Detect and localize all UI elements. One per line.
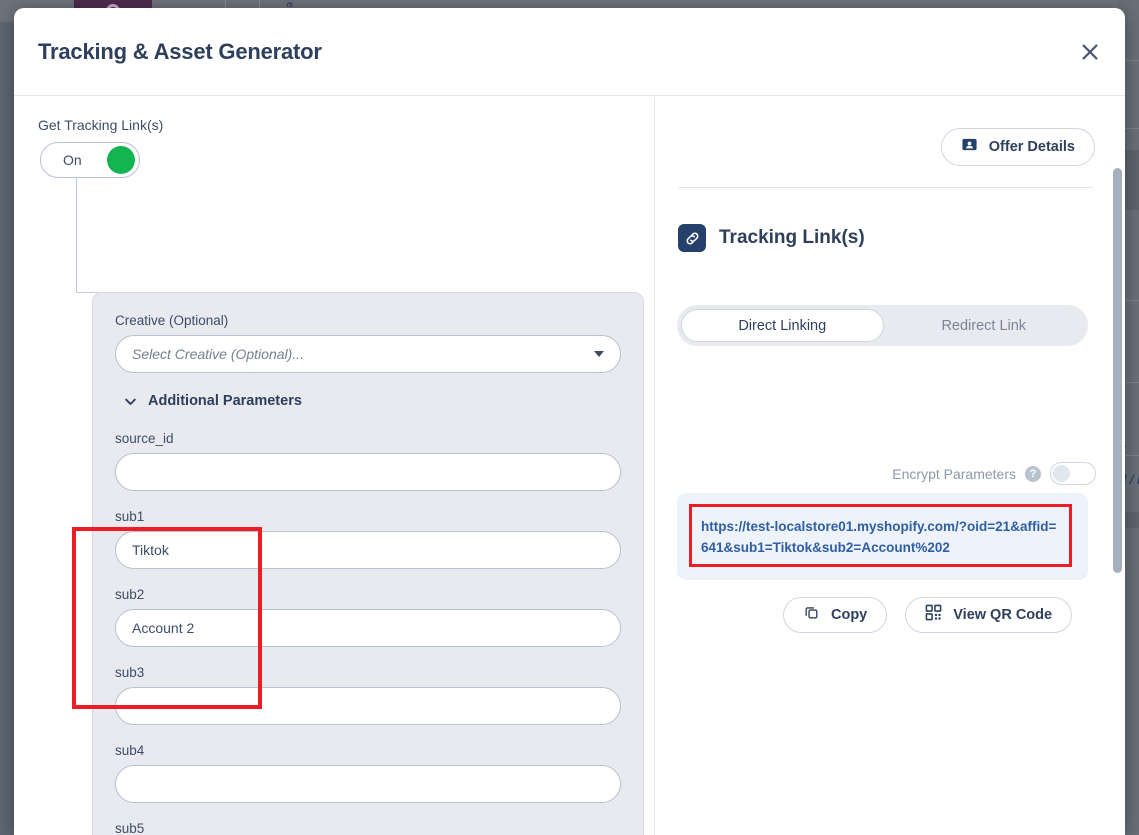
toggle-knob: [107, 146, 135, 174]
field-sub3: sub3: [115, 665, 621, 725]
field-label: sub4: [115, 743, 621, 758]
creative-label: Creative (Optional): [115, 313, 621, 328]
close-button[interactable]: [1073, 35, 1107, 69]
question-mark-icon[interactable]: ?: [1025, 466, 1041, 482]
creative-select-placeholder: Select Creative (Optional)...: [132, 346, 304, 362]
modal-body: Get Tracking Link(s) On Creative (Option…: [14, 97, 1125, 835]
qr-code-icon: [925, 604, 942, 626]
copy-button[interactable]: Copy: [783, 597, 887, 633]
tracking-link-panel: https://test-localstore01.myshopify.com/…: [677, 493, 1088, 580]
field-sub1: sub1 Tiktok: [115, 509, 621, 569]
sub4-input[interactable]: [115, 765, 621, 803]
left-form-pane: Get Tracking Link(s) On Creative (Option…: [14, 97, 655, 835]
encrypt-parameters-row: Encrypt Parameters ?: [892, 462, 1096, 485]
tree-connector-horizontal: [76, 292, 98, 293]
page-title: Tracking & Asset Generator: [38, 39, 322, 65]
field-label: sub3: [115, 665, 621, 680]
encrypt-parameters-toggle[interactable]: [1050, 462, 1096, 485]
tracking-link-text[interactable]: https://test-localstore01.myshopify.com/…: [689, 504, 1072, 567]
tracking-asset-generator-modal: Tracking & Asset Generator Get Tracking …: [14, 8, 1125, 835]
view-qr-code-label: View QR Code: [953, 607, 1052, 623]
link-type-tabs: Direct Linking Redirect Link: [677, 305, 1088, 346]
toggle-state-label: On: [63, 152, 82, 168]
tree-connector-vertical: [76, 178, 77, 293]
background-tab-label: e: [284, 2, 295, 8]
field-label: sub5: [115, 821, 621, 835]
creative-field: Creative (Optional) Select Creative (Opt…: [115, 313, 621, 373]
field-label: sub2: [115, 587, 621, 602]
tracking-links-title: Tracking Link(s): [719, 227, 865, 249]
chevron-down-icon: [123, 394, 138, 409]
additional-parameters-label: Additional Parameters: [148, 393, 302, 409]
view-qr-code-button[interactable]: View QR Code: [905, 597, 1072, 633]
link-icon: [678, 224, 706, 252]
parameters-form-card: Creative (Optional) Select Creative (Opt…: [92, 292, 644, 835]
tracking-links-header: Tracking Link(s): [678, 224, 865, 252]
get-tracking-link-label: Get Tracking Link(s): [38, 117, 163, 133]
source-id-input[interactable]: [115, 453, 621, 491]
modal-header: Tracking & Asset Generator: [14, 8, 1125, 96]
offer-details-label: Offer Details: [989, 139, 1075, 155]
creative-select[interactable]: Select Creative (Optional)...: [115, 335, 621, 373]
link-action-buttons: Copy View QR Code: [783, 597, 1072, 633]
toggle-knob: [1053, 465, 1070, 482]
chevron-down-icon: [594, 351, 604, 357]
tab-direct-linking[interactable]: Direct Linking: [681, 309, 884, 342]
sub3-input[interactable]: [115, 687, 621, 725]
modal-scrollbar[interactable]: [1113, 168, 1122, 573]
close-icon: [1079, 41, 1101, 63]
field-label: sub1: [115, 509, 621, 524]
sub2-input[interactable]: Account 2: [115, 609, 621, 647]
sub1-input[interactable]: Tiktok: [115, 531, 621, 569]
tab-redirect-link[interactable]: Redirect Link: [884, 309, 1085, 342]
section-divider: [678, 187, 1093, 188]
additional-parameters-toggle[interactable]: Additional Parameters: [123, 393, 621, 409]
right-output-pane: Offer Details Tracking Link(s) Direct Li…: [655, 97, 1124, 835]
field-label: source_id: [115, 431, 621, 446]
field-source_id: source_id: [115, 431, 621, 491]
field-sub2: sub2 Account 2: [115, 587, 621, 647]
copy-icon: [803, 604, 820, 626]
get-tracking-link-toggle[interactable]: On: [40, 142, 140, 178]
contact-card-icon: [961, 136, 978, 158]
field-sub5: sub5: [115, 821, 621, 835]
offer-details-button[interactable]: Offer Details: [941, 128, 1095, 166]
field-sub4: sub4: [115, 743, 621, 803]
copy-label: Copy: [831, 607, 867, 623]
encrypt-parameters-label: Encrypt Parameters: [892, 466, 1016, 482]
